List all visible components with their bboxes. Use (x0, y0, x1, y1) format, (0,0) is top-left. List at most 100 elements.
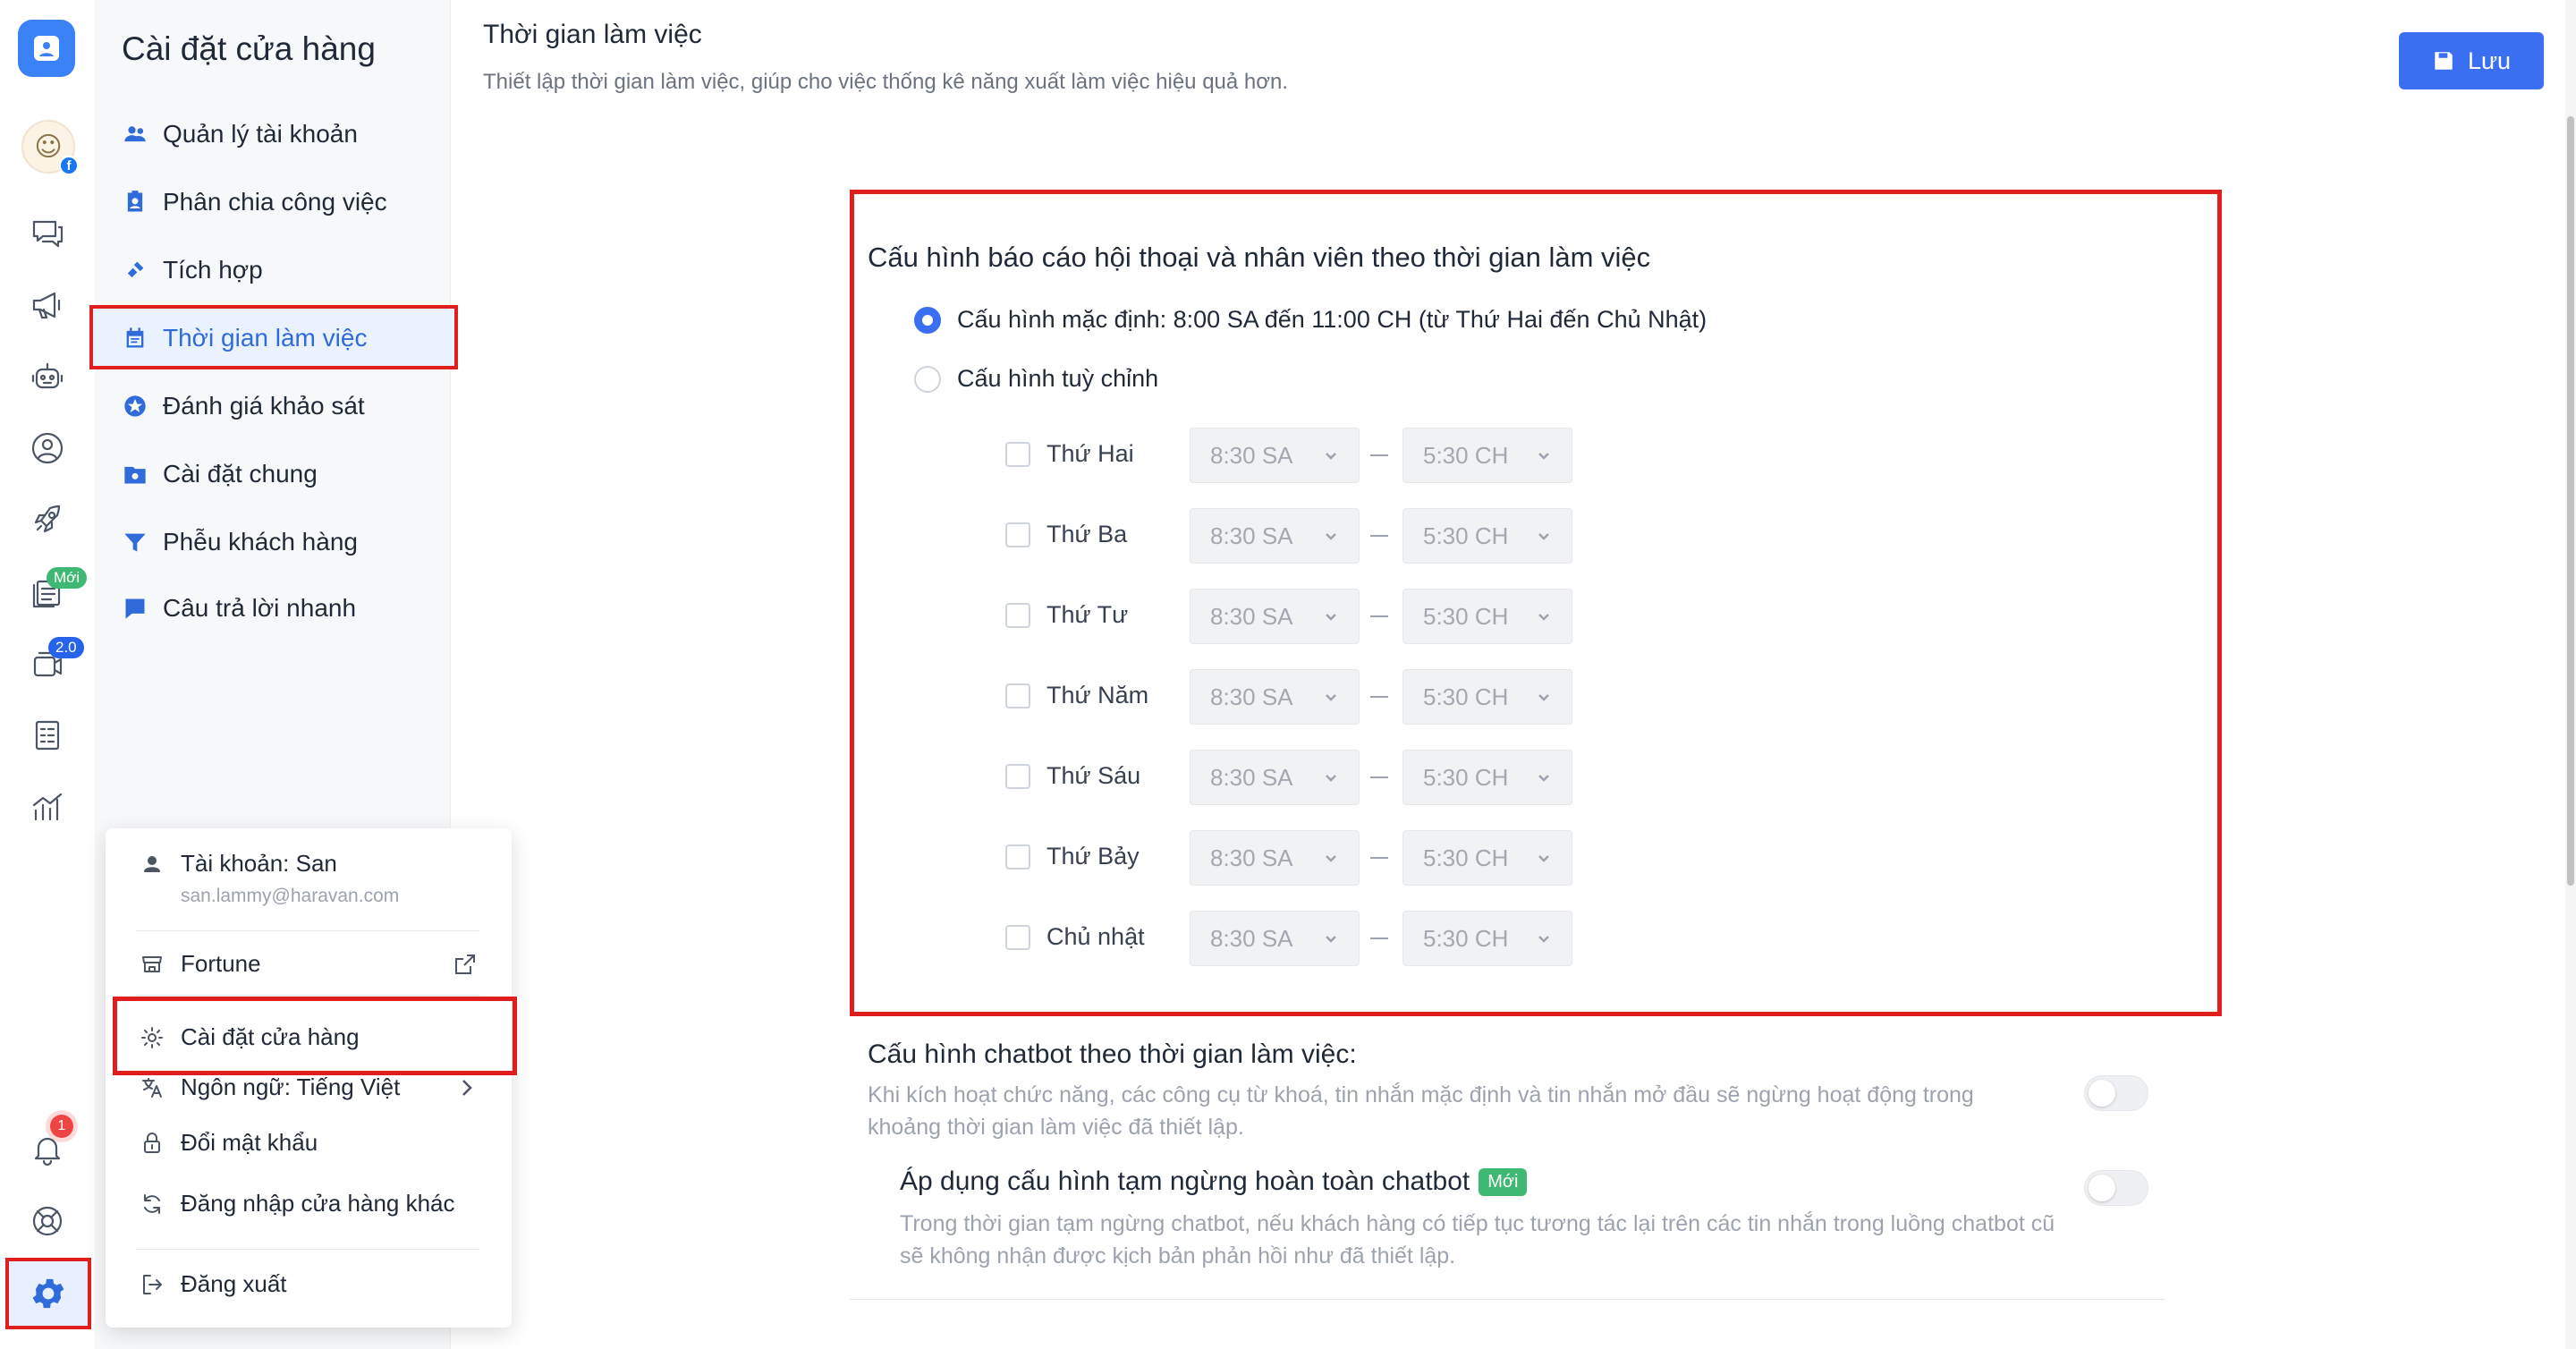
start-time-select[interactable]: 8:30 SA (1190, 428, 1360, 483)
day-checkbox[interactable] (1005, 442, 1030, 467)
end-time-select[interactable]: 5:30 CH (1402, 830, 1572, 886)
gear-icon[interactable] (5, 1258, 91, 1329)
funnel-icon (122, 529, 148, 556)
menu-change-password[interactable]: Đổi mật khẩu (140, 1129, 318, 1157)
menu-switch-store[interactable]: Đăng nhập cửa hàng khác (140, 1190, 455, 1217)
radio-button[interactable] (914, 365, 941, 393)
start-time-value: 8:30 SA (1210, 844, 1293, 871)
end-time-select[interactable]: 5:30 CH (1402, 750, 1572, 805)
store-name: Fortune (181, 950, 261, 977)
sidebar-item-label: Tích hợp (163, 256, 263, 284)
megaphone-icon[interactable] (20, 277, 75, 333)
avatar[interactable]: ☺ f (21, 120, 79, 175)
radio-custom-config[interactable]: Cấu hình tuỳ chỉnh (914, 365, 1158, 393)
day-label: Chủ nhật (1046, 923, 1145, 950)
floppy-icon (2435, 52, 2453, 70)
start-time-select[interactable]: 8:30 SA (1190, 508, 1360, 564)
sidebar-item-survey[interactable]: Đánh giá khảo sát (122, 381, 365, 431)
day-checkbox[interactable] (1005, 764, 1030, 789)
radio-default-config[interactable]: Cấu hình mặc định: 8:00 SA đến 11:00 CH … (914, 306, 1707, 334)
pause-chatbot-toggle[interactable] (2084, 1170, 2148, 1206)
day-checkbox[interactable] (1005, 603, 1030, 628)
end-time-select[interactable]: 5:30 CH (1402, 589, 1572, 644)
start-time-select[interactable]: 8:30 SA (1190, 911, 1360, 966)
scrollbar-thumb[interactable] (2567, 116, 2574, 886)
menu-language[interactable]: Ngôn ngữ: Tiếng Việt (140, 1073, 400, 1101)
save-button[interactable]: Lưu (2399, 32, 2544, 89)
start-time-select[interactable]: 8:30 SA (1190, 589, 1360, 644)
range-dash (1370, 857, 1388, 859)
lock-icon (144, 1132, 160, 1153)
chevron-down-icon (1538, 614, 1549, 621)
end-time-value: 5:30 CH (1423, 844, 1509, 871)
chevron-down-icon (1538, 775, 1549, 782)
day-row-monday: Thứ Hai 8:30 SA 5:30 CH (1005, 428, 1578, 483)
radio-button-selected[interactable] (914, 306, 941, 334)
day-label: Thứ Hai (1046, 440, 1134, 467)
person-icon (144, 855, 160, 872)
chevron-down-icon (1538, 936, 1549, 943)
pause-chatbot-description: Trong thời gian tạm ngừng chatbot, nếu k… (900, 1211, 2055, 1268)
menu-logout[interactable]: Đăng xuất (140, 1270, 287, 1298)
start-time-value: 8:30 SA (1210, 763, 1293, 791)
sidebar-item-assignment[interactable]: Phân chia công việc (122, 177, 387, 227)
sidebar-item-label: Câu trả lời nhanh (163, 594, 357, 622)
day-checkbox[interactable] (1005, 925, 1030, 950)
chevron-down-icon (1538, 694, 1549, 701)
sidebar-item-working-time[interactable]: Thời gian làm việc (122, 313, 367, 363)
external-link-icon[interactable] (453, 952, 478, 981)
refresh-icon (144, 1193, 160, 1214)
end-time-select[interactable]: 5:30 CH (1402, 669, 1572, 725)
end-time-value: 5:30 CH (1423, 683, 1509, 710)
sidebar-title: Cài đặt cửa hàng (122, 30, 376, 67)
day-row-friday: Thứ Sáu 8:30 SA 5:30 CH (1005, 750, 1578, 805)
day-checkbox[interactable] (1005, 844, 1030, 870)
sidebar-item-integration[interactable]: Tích hợp (122, 245, 263, 295)
start-time-select[interactable]: 8:30 SA (1190, 669, 1360, 725)
report-icon[interactable] (20, 707, 75, 762)
toggle-knob (2089, 1080, 2115, 1107)
page-subtitle: Thiết lập thời gian làm việc, giúp cho v… (483, 70, 1288, 94)
end-time-select[interactable]: 5:30 CH (1402, 911, 1572, 966)
day-row-thursday: Thứ Năm 8:30 SA 5:30 CH (1005, 669, 1578, 725)
logout-icon (143, 1274, 162, 1294)
chevron-down-icon (1326, 855, 1336, 862)
chevron-down-icon (1538, 533, 1549, 540)
sidebar-item-label: Phân chia công việc (163, 188, 387, 216)
chatbot-schedule-toggle[interactable] (2084, 1075, 2148, 1111)
end-time-select[interactable]: 5:30 CH (1402, 428, 1572, 483)
menu-store-fortune[interactable]: Fortune (140, 950, 261, 978)
menu-divider (136, 1249, 479, 1250)
icon-rail: ☺ f Mới 2.0 1 (0, 0, 95, 1349)
bot-icon[interactable] (20, 349, 75, 404)
day-checkbox[interactable] (1005, 522, 1030, 547)
new-badge: Mới (47, 567, 88, 589)
range-dash (1370, 454, 1388, 456)
pause-chatbot-title: Áp dụng cấu hình tạm ngừng hoàn toàn cha… (900, 1167, 1528, 1197)
sidebar-item-label: Cài đặt chung (163, 460, 318, 488)
chevron-down-icon (1326, 936, 1336, 943)
user-circle-icon[interactable] (20, 420, 75, 476)
end-time-value: 5:30 CH (1423, 602, 1509, 630)
rocket-icon[interactable] (20, 492, 75, 547)
end-time-select[interactable]: 5:30 CH (1402, 508, 1572, 564)
sidebar-item-funnel[interactable]: Phễu khách hàng (122, 517, 358, 567)
end-time-value: 5:30 CH (1423, 522, 1509, 549)
sidebar-item-general[interactable]: Cài đặt chung (122, 449, 318, 499)
app-logo[interactable] (18, 20, 75, 77)
day-checkbox[interactable] (1005, 683, 1030, 708)
sidebar-item-quick-reply[interactable]: Câu trả lời nhanh (122, 583, 356, 633)
chat-icon[interactable] (20, 206, 75, 261)
start-time-select[interactable]: 8:30 SA (1190, 830, 1360, 886)
menu-divider (136, 995, 479, 996)
day-label: Thứ Ba (1046, 521, 1128, 547)
sidebar-item-account[interactable]: Quản lý tài khoản (122, 109, 358, 159)
chevron-down-icon (1538, 855, 1549, 862)
plug-icon (122, 257, 148, 284)
chart-icon[interactable] (20, 778, 75, 834)
help-icon[interactable] (20, 1193, 75, 1249)
end-time-value: 5:30 CH (1423, 924, 1509, 952)
radio-label: Cấu hình mặc định: 8:00 SA đến 11:00 CH … (957, 306, 1707, 333)
day-label: Thứ Năm (1046, 682, 1149, 708)
start-time-select[interactable]: 8:30 SA (1190, 750, 1360, 805)
